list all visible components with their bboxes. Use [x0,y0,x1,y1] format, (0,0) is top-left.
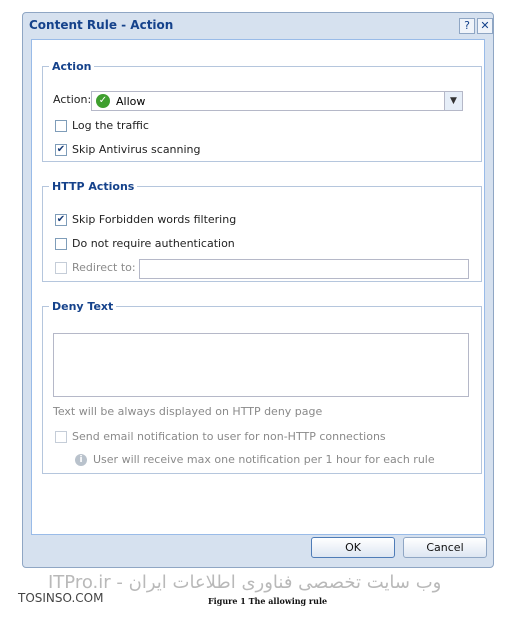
redirect-label: Redirect to: [72,261,136,274]
no-auth-checkbox[interactable]: Do not require authentication [55,237,235,250]
cancel-button[interactable]: Cancel [403,537,487,558]
skip-forbidden-label: Skip Forbidden words filtering [72,213,237,226]
redirect-checkbox[interactable]: Redirect to: [55,261,136,274]
action-legend: Action [52,60,92,73]
skip-antivirus-label: Skip Antivirus scanning [72,143,201,156]
no-auth-label: Do not require authentication [72,237,235,250]
deny-text-area[interactable] [53,333,469,397]
deny-text-fieldset: Deny Text Text will be always displayed … [42,300,482,474]
deny-hint-text: Text will be always displayed on HTTP de… [53,405,323,418]
skip-antivirus-checkbox[interactable]: ✔ Skip Antivirus scanning [55,143,201,156]
watermark-text: ITPro.ir - وب سایت تخصصی فناوری اطلاعات … [48,572,442,593]
notification-info-text: User will receive max one notification p… [93,453,435,466]
checkbox-checked-icon[interactable]: ✔ [55,213,67,226]
checkbox-checked-icon[interactable]: ✔ [55,143,67,156]
notification-info: i User will receive max one notification… [75,453,435,466]
close-button[interactable]: ✕ [477,18,493,34]
action-label: Action: [53,93,92,106]
action-value: Allow [116,94,146,108]
send-email-checkbox[interactable]: Send email notification to user for non-… [55,430,386,443]
figure-caption: Figure 1 The allowing rule [208,596,328,606]
watermark-tosinso: TOSINSO.COM [18,591,104,605]
dialog-body: Action Action: ✓ Allow ▼ Log the traffic… [31,39,485,535]
title-bar: Content Rule - Action ? ✕ [23,13,493,39]
chevron-down-icon[interactable]: ▼ [444,92,462,110]
log-traffic-checkbox[interactable]: Log the traffic [55,119,149,132]
action-fieldset: Action Action: ✓ Allow ▼ Log the traffic… [42,60,482,162]
checkbox-unchecked-icon[interactable] [55,430,67,443]
content-rule-dialog: Content Rule - Action ? ✕ Action Action:… [22,12,494,568]
checkbox-unchecked-icon[interactable] [55,261,67,274]
check-circle-icon: ✓ [96,94,110,108]
skip-forbidden-checkbox[interactable]: ✔ Skip Forbidden words filtering [55,213,236,226]
dialog-title: Content Rule - Action [29,18,174,32]
info-icon: i [75,453,87,466]
action-select[interactable]: ✓ Allow ▼ [91,91,463,111]
send-email-label: Send email notification to user for non-… [72,430,386,443]
checkbox-unchecked-icon[interactable] [55,237,67,250]
ok-button[interactable]: OK [311,537,395,558]
http-actions-fieldset: HTTP Actions ✔ Skip Forbidden words filt… [42,180,482,282]
http-actions-legend: HTTP Actions [52,180,135,193]
deny-text-legend: Deny Text [52,300,114,313]
checkbox-unchecked-icon[interactable] [55,119,67,132]
help-button[interactable]: ? [459,18,475,34]
redirect-url-input[interactable] [139,259,469,279]
log-traffic-label: Log the traffic [72,119,149,132]
